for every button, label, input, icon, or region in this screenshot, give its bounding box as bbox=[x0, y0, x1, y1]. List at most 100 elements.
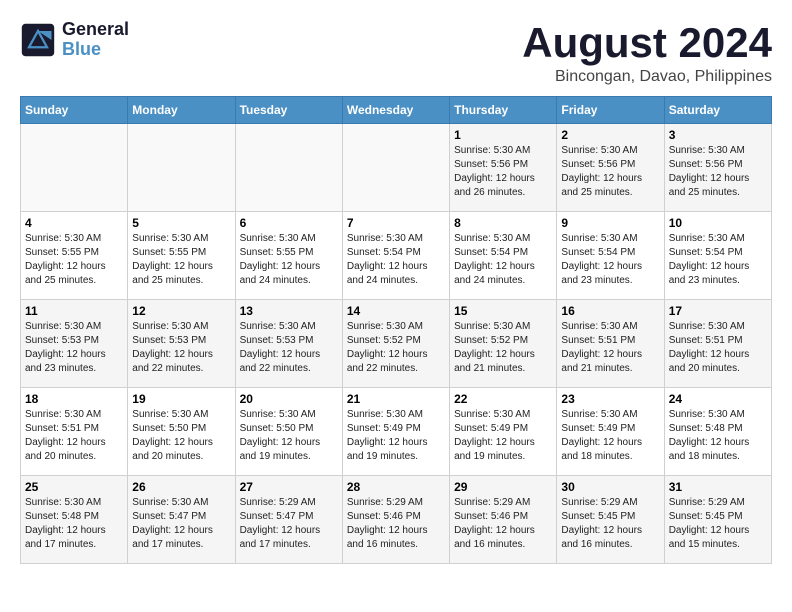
day-cell: 28 Sunrise: 5:29 AM Sunset: 5:46 PM Dayli… bbox=[342, 476, 449, 564]
day-number: 24 bbox=[669, 392, 767, 406]
day-detail: Sunrise: 5:30 AM Sunset: 5:54 PM Dayligh… bbox=[561, 232, 659, 288]
day-number: 22 bbox=[454, 392, 552, 406]
day-cell: 3 Sunrise: 5:30 AM Sunset: 5:56 PM Daylig… bbox=[664, 124, 771, 212]
calendar: SundayMondayTuesdayWednesdayThursdayFrid… bbox=[20, 96, 772, 564]
day-cell: 27 Sunrise: 5:29 AM Sunset: 5:47 PM Dayli… bbox=[235, 476, 342, 564]
day-detail: Sunrise: 5:30 AM Sunset: 5:50 PM Dayligh… bbox=[240, 408, 338, 464]
day-detail: Sunrise: 5:29 AM Sunset: 5:46 PM Dayligh… bbox=[347, 496, 445, 552]
day-cell: 20 Sunrise: 5:30 AM Sunset: 5:50 PM Dayli… bbox=[235, 388, 342, 476]
day-number: 1 bbox=[454, 128, 552, 142]
week-row-4: 25 Sunrise: 5:30 AM Sunset: 5:48 PM Dayli… bbox=[21, 476, 772, 564]
week-row-1: 4 Sunrise: 5:30 AM Sunset: 5:55 PM Daylig… bbox=[21, 212, 772, 300]
day-cell: 11Sunrise: 5:30 AM Sunset: 5:53 PM Dayli… bbox=[21, 300, 128, 388]
day-cell: 21 Sunrise: 5:30 AM Sunset: 5:49 PM Dayli… bbox=[342, 388, 449, 476]
week-row-0: 1 Sunrise: 5:30 AM Sunset: 5:56 PM Daylig… bbox=[21, 124, 772, 212]
day-detail: Sunrise: 5:30 AM Sunset: 5:53 PM Dayligh… bbox=[240, 320, 338, 376]
day-number: 8 bbox=[454, 216, 552, 230]
dow-monday: Monday bbox=[128, 97, 235, 124]
day-number: 23 bbox=[561, 392, 659, 406]
day-cell bbox=[342, 124, 449, 212]
day-cell: 31 Sunrise: 5:29 AM Sunset: 5:45 PM Dayli… bbox=[664, 476, 771, 564]
day-number: 28 bbox=[347, 480, 445, 494]
title-block: August 2024 Bincongan, Davao, Philippine… bbox=[522, 20, 772, 86]
day-number: 14 bbox=[347, 304, 445, 318]
day-detail: Sunrise: 5:30 AM Sunset: 5:53 PM Dayligh… bbox=[132, 320, 230, 376]
day-number: 12 bbox=[132, 304, 230, 318]
day-detail: Sunrise: 5:30 AM Sunset: 5:48 PM Dayligh… bbox=[669, 408, 767, 464]
dow-wednesday: Wednesday bbox=[342, 97, 449, 124]
day-detail: Sunrise: 5:29 AM Sunset: 5:45 PM Dayligh… bbox=[669, 496, 767, 552]
day-detail: Sunrise: 5:30 AM Sunset: 5:51 PM Dayligh… bbox=[561, 320, 659, 376]
day-number: 17 bbox=[669, 304, 767, 318]
day-number: 6 bbox=[240, 216, 338, 230]
day-detail: Sunrise: 5:30 AM Sunset: 5:55 PM Dayligh… bbox=[25, 232, 123, 288]
day-cell: 12 Sunrise: 5:30 AM Sunset: 5:53 PM Dayli… bbox=[128, 300, 235, 388]
logo-text: General Blue bbox=[62, 20, 129, 60]
day-cell: 24 Sunrise: 5:30 AM Sunset: 5:48 PM Dayli… bbox=[664, 388, 771, 476]
dow-saturday: Saturday bbox=[664, 97, 771, 124]
day-detail: Sunrise: 5:30 AM Sunset: 5:55 PM Dayligh… bbox=[240, 232, 338, 288]
day-number: 9 bbox=[561, 216, 659, 230]
logo-icon bbox=[20, 22, 56, 58]
day-number: 29 bbox=[454, 480, 552, 494]
dow-friday: Friday bbox=[557, 97, 664, 124]
day-cell: 4 Sunrise: 5:30 AM Sunset: 5:55 PM Daylig… bbox=[21, 212, 128, 300]
day-number: 4 bbox=[25, 216, 123, 230]
day-cell: 10Sunrise: 5:30 AM Sunset: 5:54 PM Dayli… bbox=[664, 212, 771, 300]
day-detail: Sunrise: 5:30 AM Sunset: 5:51 PM Dayligh… bbox=[669, 320, 767, 376]
day-number: 5 bbox=[132, 216, 230, 230]
day-cell: 23Sunrise: 5:30 AM Sunset: 5:49 PM Dayli… bbox=[557, 388, 664, 476]
week-row-2: 11 Sunrise: 5:30 AM Sunset: 5:53 PM Dayli… bbox=[21, 300, 772, 388]
day-detail: Sunrise: 5:30 AM Sunset: 5:49 PM Dayligh… bbox=[454, 408, 552, 464]
day-cell: 29 Sunrise: 5:29 AM Sunset: 5:46 PM Dayli… bbox=[450, 476, 557, 564]
dow-tuesday: Tuesday bbox=[235, 97, 342, 124]
logo: General Blue bbox=[20, 20, 129, 60]
day-detail: Sunrise: 5:30 AM Sunset: 5:54 PM Dayligh… bbox=[669, 232, 767, 288]
day-detail: Sunrise: 5:30 AM Sunset: 5:52 PM Dayligh… bbox=[454, 320, 552, 376]
day-number: 25 bbox=[25, 480, 123, 494]
day-detail: Sunrise: 5:29 AM Sunset: 5:46 PM Dayligh… bbox=[454, 496, 552, 552]
day-cell bbox=[21, 124, 128, 212]
day-cell: 13Sunrise: 5:30 AM Sunset: 5:53 PM Dayli… bbox=[235, 300, 342, 388]
day-number: 3 bbox=[669, 128, 767, 142]
day-number: 11 bbox=[25, 304, 123, 318]
day-number: 19 bbox=[132, 392, 230, 406]
dow-sunday: Sunday bbox=[21, 97, 128, 124]
day-cell: 1 Sunrise: 5:30 AM Sunset: 5:56 PM Daylig… bbox=[450, 124, 557, 212]
subtitle: Bincongan, Davao, Philippines bbox=[522, 68, 772, 86]
day-number: 27 bbox=[240, 480, 338, 494]
day-cell: 18Sunrise: 5:30 AM Sunset: 5:51 PM Dayli… bbox=[21, 388, 128, 476]
day-detail: Sunrise: 5:30 AM Sunset: 5:48 PM Dayligh… bbox=[25, 496, 123, 552]
main-title: August 2024 bbox=[522, 20, 772, 66]
day-cell bbox=[128, 124, 235, 212]
day-detail: Sunrise: 5:29 AM Sunset: 5:47 PM Dayligh… bbox=[240, 496, 338, 552]
day-cell bbox=[235, 124, 342, 212]
day-cell: 8 Sunrise: 5:30 AM Sunset: 5:54 PM Daylig… bbox=[450, 212, 557, 300]
day-cell: 22 Sunrise: 5:30 AM Sunset: 5:49 PM Dayli… bbox=[450, 388, 557, 476]
day-cell: 7Sunrise: 5:30 AM Sunset: 5:54 PM Daylig… bbox=[342, 212, 449, 300]
day-cell: 15 Sunrise: 5:30 AM Sunset: 5:52 PM Dayli… bbox=[450, 300, 557, 388]
day-number: 30 bbox=[561, 480, 659, 494]
day-number: 16 bbox=[561, 304, 659, 318]
day-detail: Sunrise: 5:30 AM Sunset: 5:49 PM Dayligh… bbox=[347, 408, 445, 464]
day-cell: 9 Sunrise: 5:30 AM Sunset: 5:54 PM Daylig… bbox=[557, 212, 664, 300]
day-detail: Sunrise: 5:30 AM Sunset: 5:56 PM Dayligh… bbox=[561, 144, 659, 200]
day-cell: 16 Sunrise: 5:30 AM Sunset: 5:51 PM Dayli… bbox=[557, 300, 664, 388]
dow-thursday: Thursday bbox=[450, 97, 557, 124]
day-number: 31 bbox=[669, 480, 767, 494]
day-detail: Sunrise: 5:30 AM Sunset: 5:52 PM Dayligh… bbox=[347, 320, 445, 376]
day-cell: 2Sunrise: 5:30 AM Sunset: 5:56 PM Daylig… bbox=[557, 124, 664, 212]
day-detail: Sunrise: 5:30 AM Sunset: 5:54 PM Dayligh… bbox=[347, 232, 445, 288]
page-header: General Blue August 2024 Bincongan, Dava… bbox=[20, 20, 772, 86]
day-cell: 30Sunrise: 5:29 AM Sunset: 5:45 PM Dayli… bbox=[557, 476, 664, 564]
day-detail: Sunrise: 5:30 AM Sunset: 5:56 PM Dayligh… bbox=[669, 144, 767, 200]
week-row-3: 18Sunrise: 5:30 AM Sunset: 5:51 PM Dayli… bbox=[21, 388, 772, 476]
day-cell: 17 Sunrise: 5:30 AM Sunset: 5:51 PM Dayli… bbox=[664, 300, 771, 388]
day-number: 21 bbox=[347, 392, 445, 406]
day-detail: Sunrise: 5:30 AM Sunset: 5:51 PM Dayligh… bbox=[25, 408, 123, 464]
day-number: 15 bbox=[454, 304, 552, 318]
day-detail: Sunrise: 5:30 AM Sunset: 5:56 PM Dayligh… bbox=[454, 144, 552, 200]
day-cell: 5Sunrise: 5:30 AM Sunset: 5:55 PM Daylig… bbox=[128, 212, 235, 300]
day-number: 20 bbox=[240, 392, 338, 406]
day-detail: Sunrise: 5:30 AM Sunset: 5:54 PM Dayligh… bbox=[454, 232, 552, 288]
